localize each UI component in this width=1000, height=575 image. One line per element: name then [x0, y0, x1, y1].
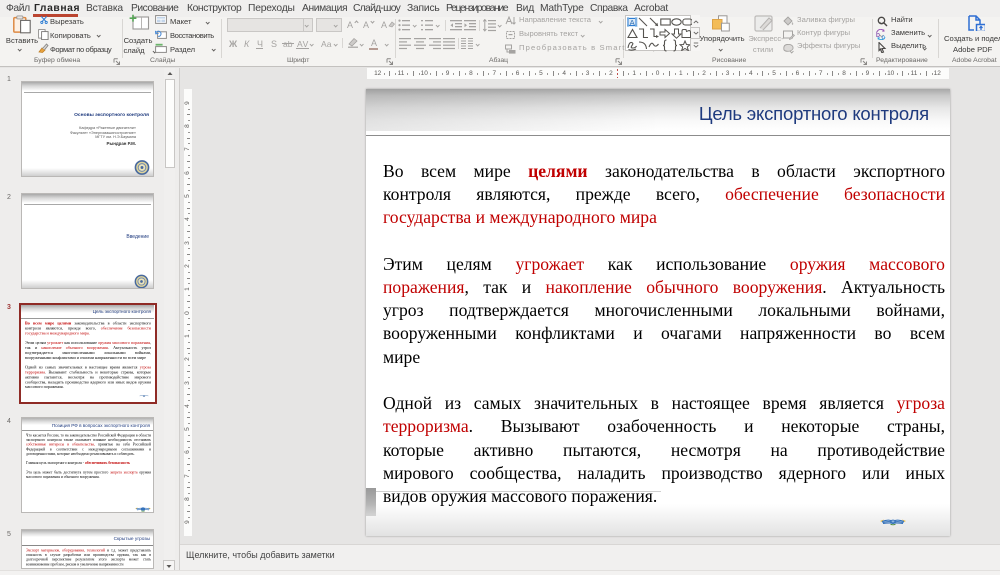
svg-text:A: A — [630, 18, 635, 27]
svg-text:c: c — [882, 35, 886, 41]
svg-text:b: b — [876, 32, 880, 39]
